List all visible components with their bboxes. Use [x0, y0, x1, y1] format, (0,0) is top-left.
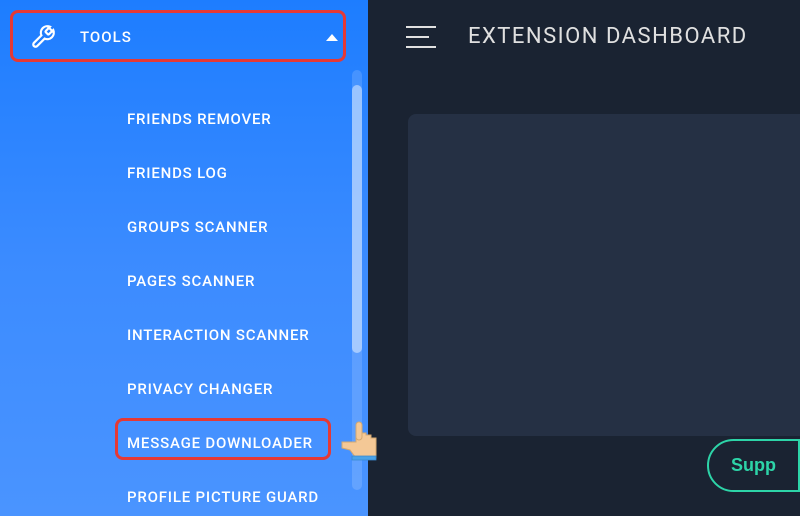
main-content: EXTENSION DASHBOARD Supp: [368, 0, 800, 516]
sidebar-item-friends-remover[interactable]: FRIENDS REMOVER: [127, 92, 336, 146]
chevron-up-icon: [326, 34, 338, 41]
page-title: EXTENSION DASHBOARD: [468, 24, 748, 49]
sidebar-item-groups-scanner[interactable]: GROUPS SCANNER: [127, 200, 336, 254]
tools-icon: [30, 24, 56, 50]
tools-header-left: TOOLS: [30, 24, 132, 50]
sidebar-item-message-downloader[interactable]: MESSAGE DOWNLOADER: [127, 416, 336, 470]
tools-label: TOOLS: [80, 28, 132, 46]
sidebar-item-interaction-scanner[interactable]: INTERACTION SCANNER: [127, 308, 336, 362]
sidebar-item-friends-log[interactable]: FRIENDS LOG: [127, 146, 336, 200]
sidebar: TOOLS FRIENDS REMOVER FRIENDS LOG GROUPS…: [0, 0, 368, 516]
sidebar-item-pages-scanner[interactable]: PAGES SCANNER: [127, 254, 336, 308]
sidebar-menu-list: FRIENDS REMOVER FRIENDS LOG GROUPS SCANN…: [12, 92, 356, 524]
sidebar-item-privacy-changer[interactable]: PRIVACY CHANGER: [127, 362, 336, 416]
tools-menu-toggle[interactable]: TOOLS: [12, 12, 356, 62]
pointer-hand-icon: [338, 418, 390, 462]
header-bar: EXTENSION DASHBOARD: [368, 0, 800, 73]
content-panel: [408, 114, 800, 436]
hamburger-menu-icon[interactable]: [406, 26, 436, 48]
scrollbar-thumb[interactable]: [352, 85, 362, 353]
support-button[interactable]: Supp: [707, 439, 800, 492]
